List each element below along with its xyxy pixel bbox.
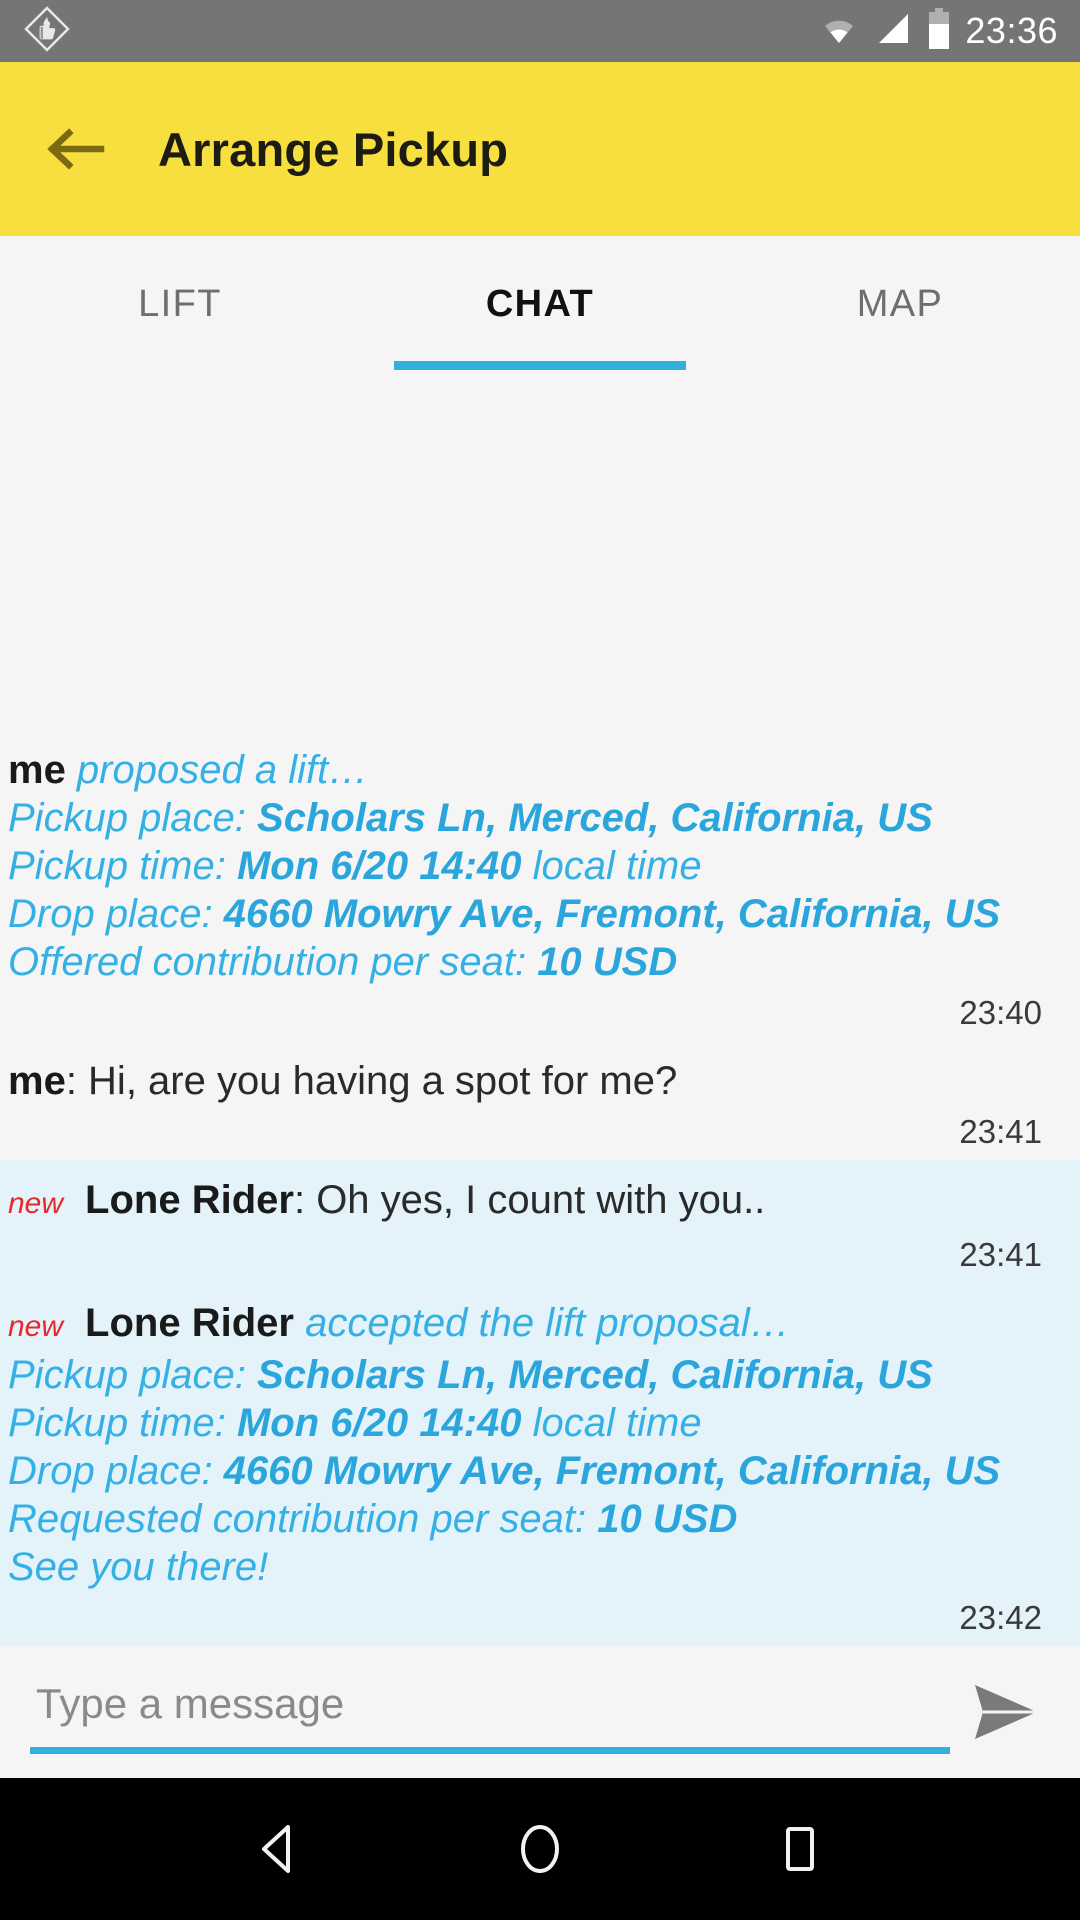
proposal-field: Pickup place: Scholars Ln, Merced, Calif… [8, 794, 1068, 842]
proposal-field-value: 10 USD [597, 1497, 738, 1541]
status-bar-clock: 23:36 [965, 10, 1058, 51]
chat-message[interactable]: me proposed a lift… Pickup place: Scholar… [0, 730, 1080, 1041]
back-arrow-icon[interactable] [42, 116, 108, 182]
chat-message-header-line: me: Hi, are you having a spot for me? [8, 1057, 1068, 1105]
proposal-field: Pickup time: Mon 6/20 14:40 local time [8, 1399, 1068, 1447]
new-badge: new [8, 1310, 64, 1343]
proposal-field-suffix: local time [521, 1401, 702, 1445]
proposal-field-label: Drop place: [8, 892, 224, 936]
status-bar-left [24, 5, 70, 57]
proposal-field-label: Drop place: [8, 1449, 224, 1493]
new-badge: new [8, 1187, 64, 1220]
message-composer [0, 1646, 1080, 1778]
thumbs-up-diamond-icon [24, 5, 70, 57]
status-bar-right: 23:36 [819, 7, 1058, 55]
tab-bar: LIFT CHAT MAP [0, 236, 1080, 382]
chat-message-sender: Lone Rider [85, 1178, 294, 1222]
android-nav-bar [0, 1778, 1080, 1920]
chat-message-body: new Lone Rider: Oh yes, I count with you.… [0, 1176, 1080, 1277]
tab-indicator-active [394, 361, 686, 370]
message-list[interactable]: me proposed a lift… Pickup place: Scholar… [0, 382, 1080, 1646]
chat-message-action: proposed a lift… [65, 748, 369, 792]
nav-recents-square-icon[interactable] [745, 1794, 855, 1904]
proposal-footer: See you there! [8, 1545, 269, 1589]
proposal-field: Pickup place: Scholars Ln, Merced, Calif… [8, 1351, 1068, 1399]
chat-message-timestamp: 23:41 [959, 1113, 1042, 1150]
wifi-icon [819, 9, 859, 54]
input-underline [30, 1747, 950, 1754]
tab-chat-label: CHAT [485, 282, 595, 325]
tab-chat[interactable]: CHAT [360, 236, 720, 382]
chat-message-body: me proposed a lift… Pickup place: Scholar… [0, 746, 1080, 1035]
proposal-field-label: Requested contribution per seat: [8, 1497, 598, 1541]
app-bar: Arrange Pickup [0, 62, 1080, 236]
chat-message-timestamp: 23:40 [959, 994, 1042, 1031]
proposal-field: Drop place: 4660 Mowry Ave, Fremont, Cal… [8, 890, 1068, 938]
status-bar: 23:36 [0, 0, 1080, 62]
proposal-field-label: Pickup time: [8, 1401, 237, 1445]
tab-map[interactable]: MAP [720, 236, 1080, 382]
battery-icon [927, 7, 951, 55]
page-title: Arrange Pickup [158, 122, 509, 176]
proposal-field-label: Pickup time: [8, 844, 237, 888]
nav-back-triangle-icon[interactable] [225, 1794, 335, 1904]
proposal-field-label: Pickup place: [8, 796, 258, 840]
proposal-field-label: Pickup place: [8, 1353, 258, 1397]
chat-message[interactable]: me: Hi, are you having a spot for me? 23:… [0, 1041, 1080, 1160]
nav-home-circle-icon[interactable] [485, 1794, 595, 1904]
chat-message-header-line: new Lone Rider: Oh yes, I count with you.… [8, 1176, 1068, 1228]
chat-message-separator: : [293, 1178, 317, 1222]
message-input[interactable] [30, 1680, 950, 1744]
chat-message-timestamp: 23:41 [959, 1236, 1042, 1273]
tab-lift-label: LIFT [138, 282, 222, 325]
proposal-field-suffix: local time [521, 844, 702, 888]
chat-message-header-line: me proposed a lift… [8, 746, 1068, 794]
message-input-wrapper [30, 1664, 950, 1760]
proposal-field-value: Mon 6/20 14:40 [236, 844, 522, 888]
tab-map-label: MAP [856, 282, 944, 325]
chat-message-body: me: Hi, are you having a spot for me? 23:… [0, 1057, 1080, 1154]
proposal-field: Offered contribution per seat: 10 USD [8, 938, 1068, 986]
proposal-field-value: Scholars Ln, Merced, California, US [257, 1353, 933, 1397]
proposal-field-value: 4660 Mowry Ave, Fremont, California, US [223, 892, 1001, 936]
tab-lift[interactable]: LIFT [0, 236, 360, 382]
proposal-field-value: Scholars Ln, Merced, California, US [257, 796, 933, 840]
proposal-field: Pickup time: Mon 6/20 14:40 local time [8, 842, 1068, 890]
proposal-field-label: Offered contribution per seat: [8, 940, 538, 984]
chat-message-body: new Lone Rider accepted the lift proposal… [0, 1299, 1080, 1640]
send-paper-plane-icon[interactable] [950, 1664, 1062, 1760]
chat-message-header-line: new Lone Rider accepted the lift proposal… [8, 1299, 1068, 1351]
chat-message-text: Hi, are you having a spot for me? [88, 1059, 678, 1103]
proposal-field-value: Mon 6/20 14:40 [236, 1401, 522, 1445]
chat-message-separator: : [65, 1059, 89, 1103]
chat-message[interactable]: new Lone Rider: Oh yes, I count with you.… [0, 1160, 1080, 1283]
chat-message-sender: Lone Rider [85, 1301, 294, 1345]
chat-message-action: accepted the lift proposal… [293, 1301, 790, 1345]
proposal-field-value: 4660 Mowry Ave, Fremont, California, US [223, 1449, 1001, 1493]
proposal-field: Drop place: 4660 Mowry Ave, Fremont, Cal… [8, 1447, 1068, 1495]
phone-screen: 23:36 Arrange Pickup LIFT CHAT MAP me pr… [0, 0, 1080, 1920]
proposal-field: Requested contribution per seat: 10 USD [8, 1495, 1068, 1543]
cellular-signal-icon [873, 9, 913, 54]
chat-message-sender: me [8, 748, 66, 792]
proposal-field-value: 10 USD [537, 940, 678, 984]
chat-message-timestamp: 23:42 [959, 1599, 1042, 1636]
chat-message-text: Oh yes, I count with you.. [316, 1178, 766, 1222]
chat-message-sender: me [8, 1059, 66, 1103]
chat-message[interactable]: new Lone Rider accepted the lift proposal… [0, 1283, 1080, 1646]
